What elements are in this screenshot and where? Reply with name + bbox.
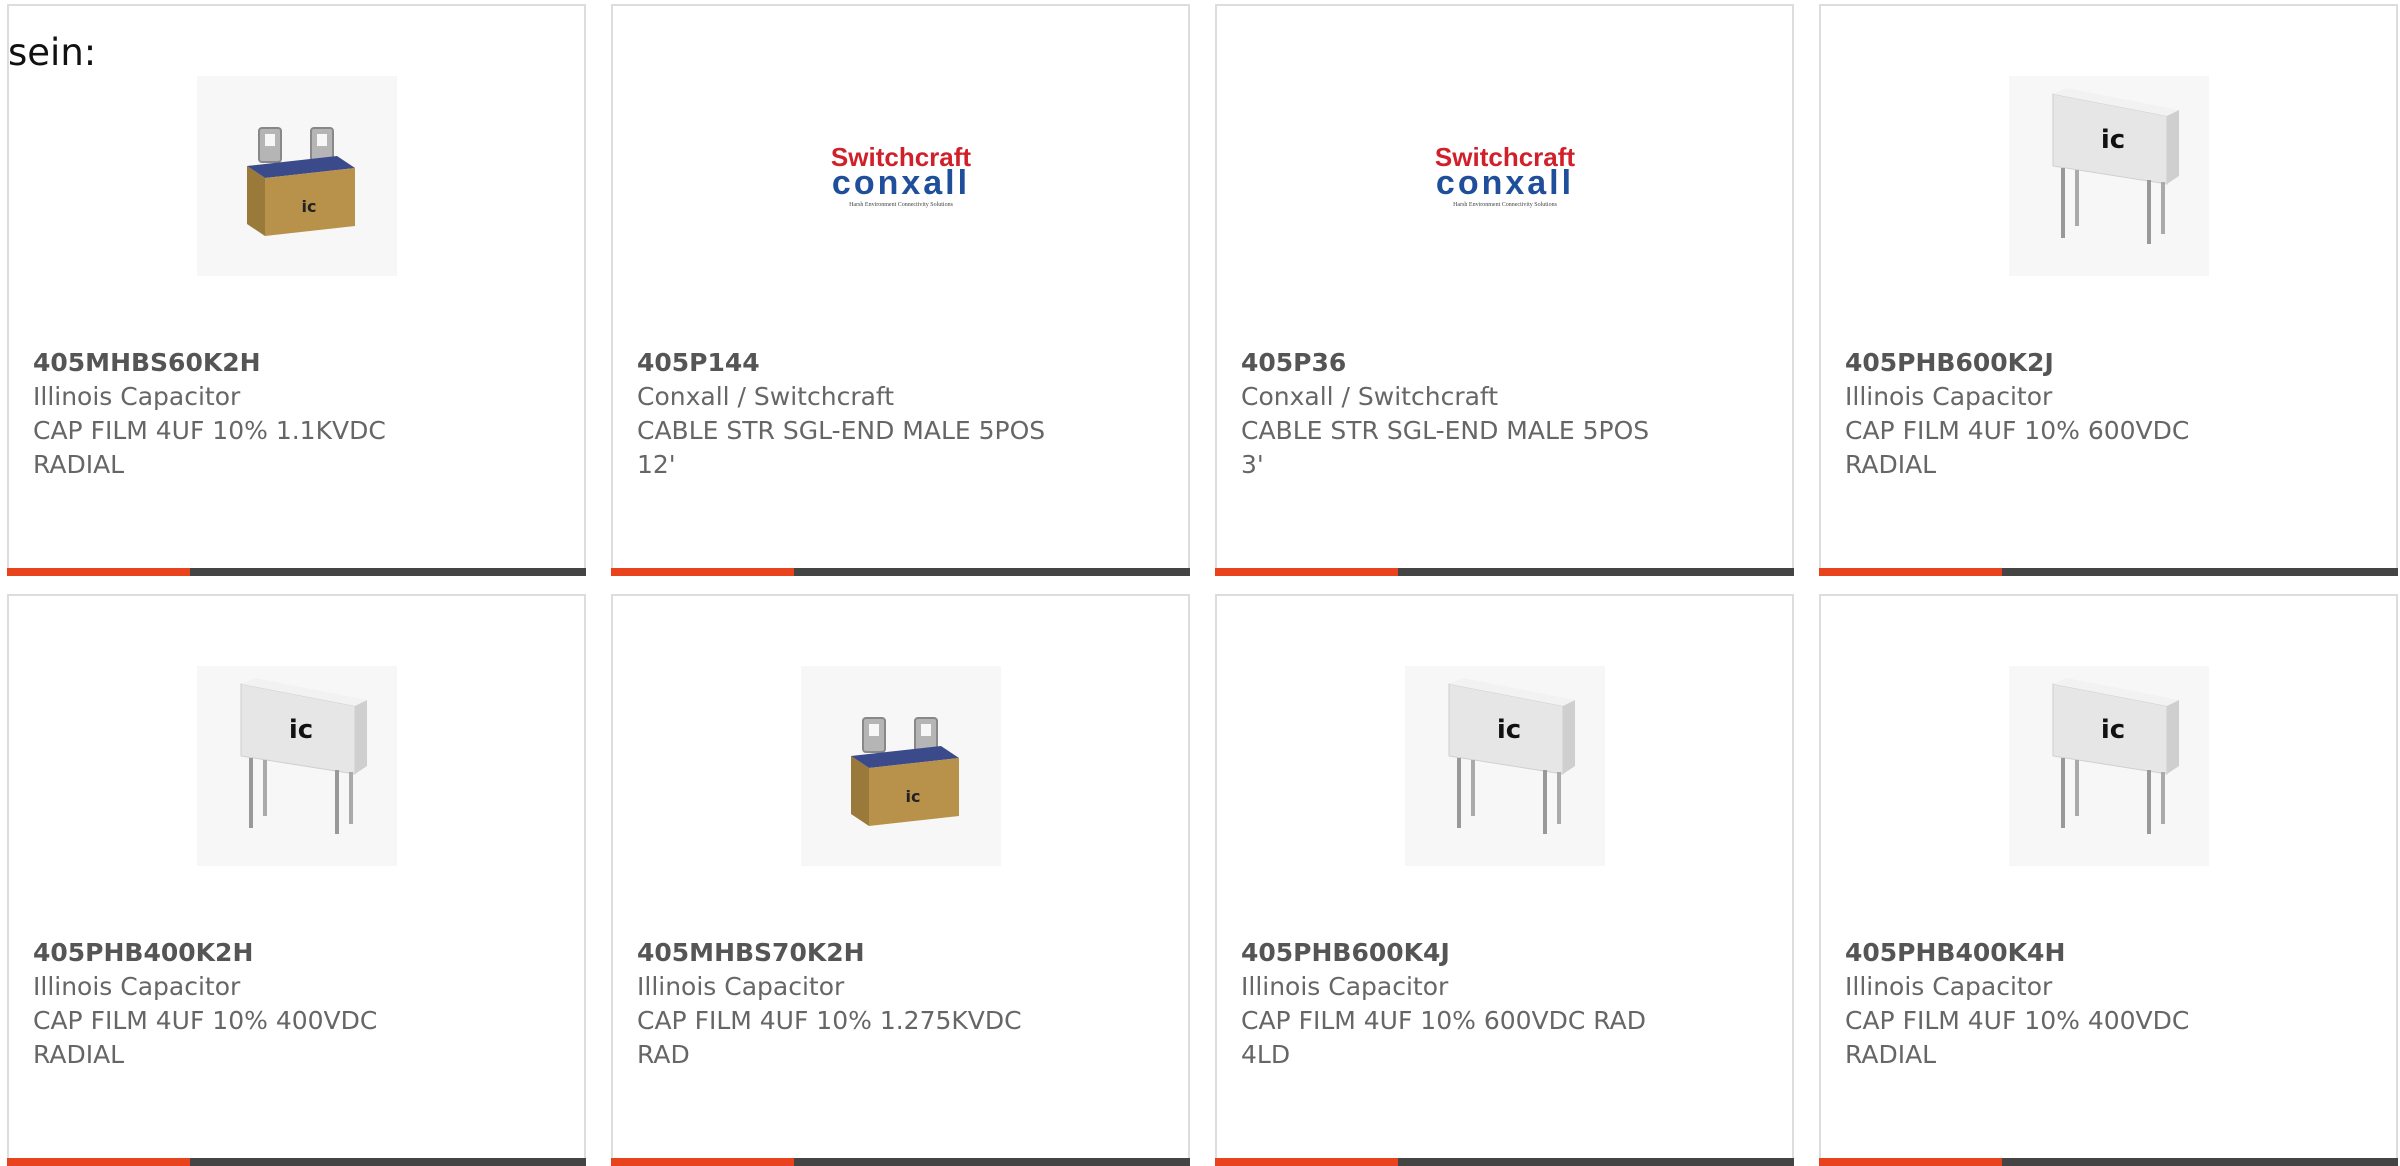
product-info: 405P36 Conxall / Switchcraft CABLE STR S… bbox=[1241, 346, 1768, 482]
accent-segment bbox=[7, 568, 190, 576]
product-description: CAP FILM 4UF 10% 600VDC RADIAL bbox=[1845, 416, 2190, 479]
product-info: 405P144 Conxall / Switchcraft CABLE STR … bbox=[637, 346, 1164, 482]
card-accent-bar bbox=[611, 1158, 1190, 1166]
accent-segment bbox=[611, 568, 794, 576]
part-number-link[interactable]: 405MHBS60K2H bbox=[33, 346, 560, 380]
manufacturer-name: Illinois Capacitor bbox=[1845, 382, 2053, 411]
svg-text:ic: ic bbox=[1496, 715, 1520, 745]
card-accent-bar bbox=[1819, 1158, 2398, 1166]
manufacturer-name: Illinois Capacitor bbox=[33, 972, 241, 1001]
manufacturer-name: Conxall / Switchcraft bbox=[637, 382, 895, 411]
product-card[interactable]: ic 405MHBS70K2H Illinois Capacitor CAP F… bbox=[611, 594, 1190, 1166]
manufacturer-name: Illinois Capacitor bbox=[1241, 972, 1449, 1001]
product-description: CAP FILM 4UF 10% 400VDC RADIAL bbox=[33, 1006, 378, 1069]
part-number-link[interactable]: 405PHB400K4H bbox=[1845, 936, 2372, 970]
card-accent-bar bbox=[611, 568, 1190, 576]
film-capacitor-image: ic bbox=[1404, 666, 1605, 866]
accent-segment bbox=[1819, 1158, 2002, 1166]
product-card[interactable]: ic 405MHBS60K2H Illinois Capacitor CAP F… bbox=[7, 4, 586, 576]
svg-text:ic: ic bbox=[2100, 715, 2124, 745]
svg-text:Harsh Environment Connectivity: Harsh Environment Connectivity Solutions bbox=[1453, 202, 1557, 208]
film-capacitor-image: ic bbox=[196, 666, 397, 866]
product-info: 405PHB600K4J Illinois Capacitor CAP FILM… bbox=[1241, 936, 1768, 1072]
product-card[interactable]: Switchcraft conxall Harsh Environment Conn… bbox=[1215, 4, 1794, 576]
product-description: CAP FILM 4UF 10% 1.275KVDC RAD bbox=[637, 1006, 1022, 1069]
product-description: CAP FILM 4UF 10% 1.1KVDC RADIAL bbox=[33, 416, 386, 479]
part-number-link[interactable]: 405MHBS70K2H bbox=[637, 936, 1164, 970]
film-capacitor-image: ic bbox=[2008, 666, 2209, 866]
manufacturer-name: Illinois Capacitor bbox=[637, 972, 845, 1001]
accent-segment bbox=[1215, 1158, 1398, 1166]
manufacturer-name: Conxall / Switchcraft bbox=[1241, 382, 1499, 411]
product-info: 405MHBS70K2H Illinois Capacitor CAP FILM… bbox=[637, 936, 1164, 1072]
part-number-link[interactable]: 405P36 bbox=[1241, 346, 1768, 380]
accent-segment bbox=[1819, 568, 2002, 576]
product-description: CABLE STR SGL-END MALE 5POS 12' bbox=[637, 416, 1046, 479]
box-capacitor-image: ic bbox=[196, 76, 397, 276]
part-number-link[interactable]: 405P144 bbox=[637, 346, 1164, 380]
svg-text:ic: ic bbox=[2100, 125, 2124, 155]
card-accent-bar bbox=[7, 1158, 586, 1166]
product-card[interactable]: ic 405PHB600K4J Illinois Capacitor CAP F… bbox=[1215, 594, 1794, 1166]
product-grid: ic 405MHBS60K2H Illinois Capacitor CAP F… bbox=[7, 4, 2398, 1166]
product-card[interactable]: ic 405PHB400K4H Illinois Capacitor CAP F… bbox=[1819, 594, 2398, 1166]
product-description: CABLE STR SGL-END MALE 5POS 3' bbox=[1241, 416, 1650, 479]
card-accent-bar bbox=[1215, 1158, 1794, 1166]
manufacturer-name: Illinois Capacitor bbox=[33, 382, 241, 411]
switchcraft-logo-image: Switchcraft conxall Harsh Environment Conn… bbox=[1404, 76, 1605, 276]
part-number-link[interactable]: 405PHB400K2H bbox=[33, 936, 560, 970]
product-info: 405MHBS60K2H Illinois Capacitor CAP FILM… bbox=[33, 346, 560, 482]
product-card[interactable]: ic 405PHB600K2J Illinois Capacitor CAP F… bbox=[1819, 4, 2398, 576]
product-info: 405PHB400K4H Illinois Capacitor CAP FILM… bbox=[1845, 936, 2372, 1072]
product-info: 405PHB400K2H Illinois Capacitor CAP FILM… bbox=[33, 936, 560, 1072]
intro-text: sein: bbox=[8, 31, 97, 74]
card-accent-bar bbox=[1819, 568, 2398, 576]
svg-text:conxall: conxall bbox=[1435, 164, 1573, 202]
product-description: CAP FILM 4UF 10% 600VDC RAD 4LD bbox=[1241, 1006, 1647, 1069]
product-card[interactable]: Switchcraft conxall Harsh Environment Conn… bbox=[611, 4, 1190, 576]
card-accent-bar bbox=[1215, 568, 1794, 576]
product-card[interactable]: ic 405PHB400K2H Illinois Capacitor CAP F… bbox=[7, 594, 586, 1166]
part-number-link[interactable]: 405PHB600K4J bbox=[1241, 936, 1768, 970]
accent-segment bbox=[1215, 568, 1398, 576]
svg-text:ic: ic bbox=[905, 787, 920, 806]
film-capacitor-image: ic bbox=[2008, 76, 2209, 276]
switchcraft-logo-image: Switchcraft conxall Harsh Environment Conn… bbox=[800, 76, 1001, 276]
svg-text:ic: ic bbox=[301, 197, 316, 216]
part-number-link[interactable]: 405PHB600K2J bbox=[1845, 346, 2372, 380]
box-capacitor-image: ic bbox=[800, 666, 1001, 866]
card-accent-bar bbox=[7, 568, 586, 576]
svg-text:Harsh Environment Connectivity: Harsh Environment Connectivity Solutions bbox=[849, 202, 953, 208]
svg-text:ic: ic bbox=[288, 715, 312, 745]
product-description: CAP FILM 4UF 10% 400VDC RADIAL bbox=[1845, 1006, 2190, 1069]
product-info: 405PHB600K2J Illinois Capacitor CAP FILM… bbox=[1845, 346, 2372, 482]
accent-segment bbox=[611, 1158, 794, 1166]
manufacturer-name: Illinois Capacitor bbox=[1845, 972, 2053, 1001]
accent-segment bbox=[7, 1158, 190, 1166]
svg-text:conxall: conxall bbox=[831, 164, 969, 202]
